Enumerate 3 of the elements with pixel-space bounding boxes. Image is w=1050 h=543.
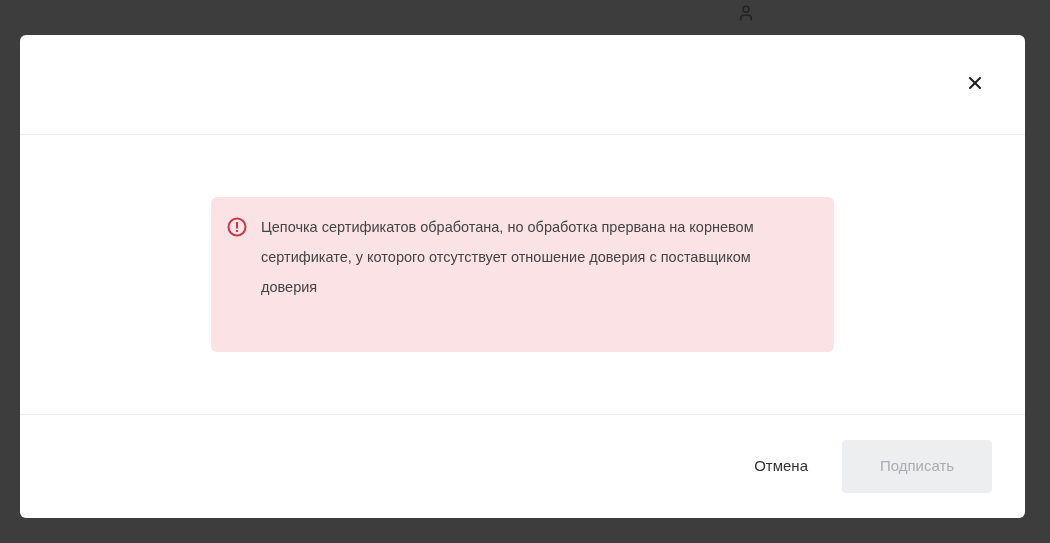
person-icon: [737, 4, 755, 22]
alert-message: Цепочка сертификатов обработана, но обработка прервана на корневом сертификате, у которого отсутствует отношение доверия с поставщиком доверия: [261, 218, 755, 297]
cancel-button[interactable]: Отмена: [744, 440, 818, 493]
